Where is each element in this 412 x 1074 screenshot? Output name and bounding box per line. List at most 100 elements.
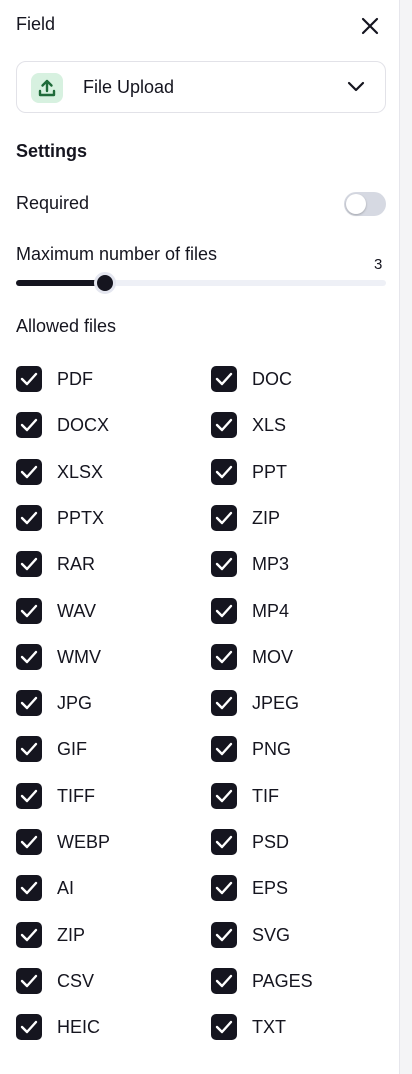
checkbox-checked-icon[interactable] bbox=[211, 829, 237, 855]
checkbox-checked-icon[interactable] bbox=[16, 643, 42, 670]
file-type-label: WAV bbox=[57, 600, 96, 621]
file-type-label: EPS bbox=[252, 878, 289, 899]
chevron-down-icon bbox=[347, 80, 365, 98]
file-type-label: PSD bbox=[252, 832, 290, 852]
panel-title: Field bbox=[16, 14, 56, 34]
file-type-label: WMV bbox=[57, 646, 101, 667]
checkbox-checked-icon[interactable] bbox=[211, 458, 237, 485]
file-type-label: JPEG bbox=[252, 693, 300, 714]
checkbox-checked-icon[interactable] bbox=[211, 736, 237, 763]
file-type-label: DOC bbox=[252, 369, 292, 389]
checkbox-checked-icon[interactable] bbox=[211, 921, 237, 948]
file-type-option[interactable]: PAGES bbox=[211, 967, 391, 994]
field-panel: Field File Upload Settings Required Maxi… bbox=[0, 0, 400, 1074]
checkbox-checked-icon[interactable] bbox=[16, 921, 42, 948]
checkbox-checked-icon[interactable] bbox=[16, 551, 42, 578]
checkbox-checked-icon[interactable] bbox=[16, 875, 42, 902]
slider-thumb[interactable] bbox=[93, 272, 116, 294]
file-type-label: JPG bbox=[57, 693, 93, 714]
checkbox-checked-icon[interactable] bbox=[16, 504, 42, 531]
max-files-label: Maximum number of files bbox=[16, 244, 218, 264]
max-files-value: 3 bbox=[374, 256, 383, 273]
file-type-option[interactable]: PPT bbox=[211, 458, 391, 485]
upload-icon bbox=[31, 73, 63, 103]
file-type-option[interactable]: WAV bbox=[16, 597, 196, 624]
checkbox-checked-icon[interactable] bbox=[16, 597, 42, 624]
checkbox-checked-icon[interactable] bbox=[16, 967, 42, 994]
checkbox-checked-icon[interactable] bbox=[211, 690, 237, 717]
checkbox-checked-icon[interactable] bbox=[16, 1014, 42, 1041]
file-type-option[interactable]: XLSX bbox=[16, 458, 196, 485]
file-type-label: TIFF bbox=[57, 785, 95, 806]
file-type-label: RAR bbox=[57, 554, 96, 575]
file-type-option[interactable]: TIFF bbox=[16, 782, 196, 809]
checkbox-checked-icon[interactable] bbox=[211, 597, 237, 624]
file-type-option[interactable]: TXT bbox=[211, 1014, 391, 1041]
checkbox-checked-icon[interactable] bbox=[16, 690, 42, 717]
file-type-label: XLSX bbox=[57, 461, 104, 482]
file-type-label: WEBP bbox=[57, 832, 111, 852]
max-files-slider[interactable] bbox=[16, 272, 386, 294]
file-type-label: MP4 bbox=[252, 600, 290, 621]
file-type-option[interactable]: DOC bbox=[211, 366, 391, 392]
file-type-option[interactable]: WMV bbox=[16, 643, 196, 670]
checkbox-checked-icon[interactable] bbox=[16, 829, 42, 855]
file-type-option[interactable]: MP3 bbox=[211, 551, 391, 578]
file-type-option[interactable]: CSV bbox=[16, 967, 196, 994]
file-type-option[interactable]: EPS bbox=[211, 875, 391, 902]
file-type-label: ZIP bbox=[252, 507, 281, 528]
file-type-label: PNG bbox=[252, 739, 292, 760]
file-type-option[interactable]: MOV bbox=[211, 643, 391, 670]
checkbox-checked-icon[interactable] bbox=[16, 736, 42, 763]
file-type-option[interactable]: HEIC bbox=[16, 1014, 196, 1041]
file-type-option[interactable]: PDF bbox=[16, 366, 196, 392]
file-type-option[interactable]: PNG bbox=[211, 736, 391, 763]
file-type-label: MOV bbox=[252, 646, 294, 667]
file-type-option[interactable]: PPTX bbox=[16, 504, 196, 531]
checkbox-checked-icon[interactable] bbox=[211, 504, 237, 531]
checkbox-checked-icon[interactable] bbox=[211, 551, 237, 578]
file-type-option[interactable]: JPEG bbox=[211, 690, 391, 717]
file-type-option[interactable]: ZIP bbox=[211, 504, 391, 531]
file-type-label: AI bbox=[57, 878, 75, 899]
file-type-option[interactable]: XLS bbox=[211, 412, 391, 439]
file-type-option[interactable]: JPG bbox=[16, 690, 196, 717]
toggle-knob bbox=[346, 194, 366, 214]
file-type-label: XLS bbox=[252, 415, 287, 436]
checkbox-checked-icon[interactable] bbox=[211, 967, 237, 994]
file-type-label: SVG bbox=[252, 924, 291, 945]
file-type-option[interactable]: GIF bbox=[16, 736, 196, 763]
file-type-option[interactable]: RAR bbox=[16, 551, 196, 578]
file-type-label: PPTX bbox=[57, 507, 105, 528]
file-type-option[interactable]: MP4 bbox=[211, 597, 391, 624]
file-type-label: ZIP bbox=[57, 924, 86, 945]
file-type-option[interactable]: ZIP bbox=[16, 921, 196, 948]
file-type-option[interactable]: DOCX bbox=[16, 412, 196, 439]
checkbox-checked-icon[interactable] bbox=[211, 875, 237, 902]
file-type-option[interactable]: AI bbox=[16, 875, 196, 902]
field-type-select[interactable]: File Upload bbox=[16, 61, 386, 113]
file-type-option[interactable]: TIF bbox=[211, 782, 391, 809]
checkbox-checked-icon[interactable] bbox=[211, 782, 237, 809]
checkbox-checked-icon[interactable] bbox=[16, 458, 42, 485]
checkbox-checked-icon[interactable] bbox=[211, 643, 237, 670]
checkbox-checked-icon[interactable] bbox=[211, 366, 237, 392]
file-type-option[interactable]: SVG bbox=[211, 921, 391, 948]
file-type-label: PAGES bbox=[252, 970, 313, 991]
file-type-label: PDF bbox=[57, 369, 93, 389]
file-type-label: CSV bbox=[57, 970, 95, 991]
checkbox-checked-icon[interactable] bbox=[211, 412, 237, 439]
checkbox-checked-icon[interactable] bbox=[16, 412, 42, 439]
close-icon[interactable] bbox=[358, 14, 382, 38]
file-type-label: GIF bbox=[57, 739, 87, 760]
checkbox-checked-icon[interactable] bbox=[16, 366, 42, 392]
file-type-label: DOCX bbox=[57, 415, 110, 436]
file-type-option[interactable]: WEBP bbox=[16, 829, 196, 855]
required-toggle[interactable] bbox=[344, 192, 386, 216]
checkbox-checked-icon[interactable] bbox=[16, 782, 42, 809]
file-type-label: MP3 bbox=[252, 554, 290, 575]
file-type-option[interactable]: PSD bbox=[211, 829, 391, 855]
checkbox-checked-icon[interactable] bbox=[211, 1014, 237, 1041]
file-type-label: TXT bbox=[252, 1017, 286, 1038]
field-type-label: File Upload bbox=[83, 77, 175, 97]
